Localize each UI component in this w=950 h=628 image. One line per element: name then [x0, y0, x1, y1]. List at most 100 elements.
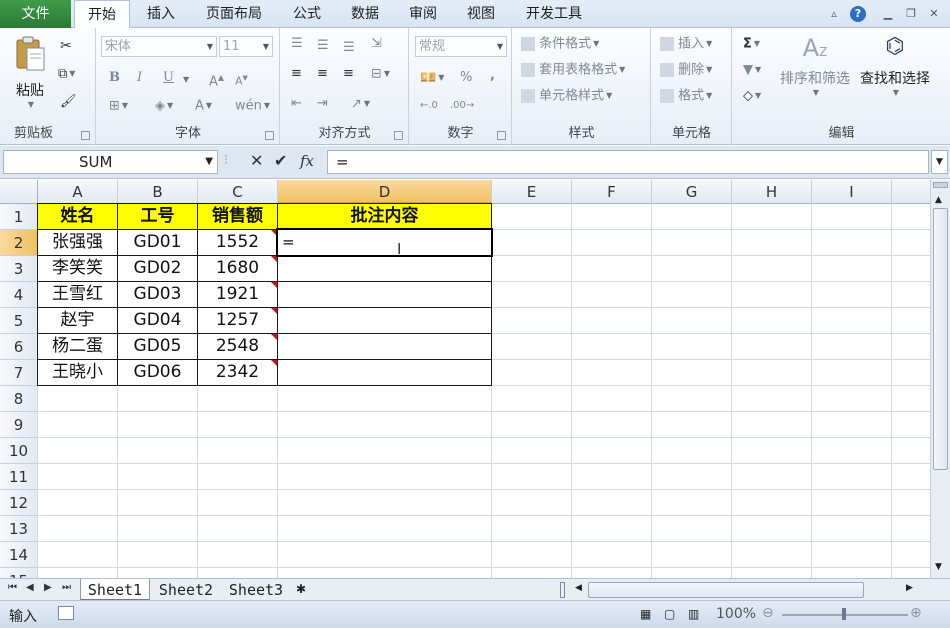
fill-button[interactable]: ▼ ▼: [743, 60, 761, 80]
row-header-10[interactable]: 10: [0, 438, 38, 464]
sort-filter-button[interactable]: AZ 排序和筛选 ▼: [775, 34, 855, 97]
select-all-corner[interactable]: [0, 180, 38, 204]
align-left-icon[interactable]: ≡: [291, 64, 302, 84]
zoom-level[interactable]: 100%: [716, 606, 756, 622]
column-header-h[interactable]: H: [732, 180, 812, 204]
cut-button[interactable]: ✂: [60, 36, 72, 56]
align-center-icon[interactable]: ≡: [317, 64, 328, 84]
zoom-in-icon[interactable]: ⊕: [910, 605, 922, 621]
column-header-c[interactable]: C: [198, 180, 278, 204]
vertical-scrollbar[interactable]: ▲ ▼: [930, 180, 950, 578]
name-box[interactable]: SUM ▼: [3, 150, 218, 174]
page-layout-view-icon[interactable]: ▢: [664, 607, 675, 621]
find-select-button[interactable]: ⌬ 查找和选择 ▼: [855, 34, 935, 97]
orientation-icon[interactable]: ↗ ▼: [351, 94, 370, 114]
cell-d7[interactable]: [278, 360, 491, 385]
cell-d6[interactable]: [278, 334, 491, 359]
autosum-button[interactable]: Σ ▼: [743, 34, 760, 54]
cell-a6[interactable]: 杨二蛋: [38, 334, 117, 359]
cell-b3[interactable]: GD02: [118, 256, 197, 281]
italic-button[interactable]: I: [137, 68, 142, 88]
comma-button[interactable]: ,: [490, 66, 495, 86]
header-cell-c1[interactable]: 销售额: [198, 204, 277, 229]
fill-color-icon[interactable]: ◈ ▼: [155, 96, 173, 116]
cell-styles-button[interactable]: 单元格样式 ▼: [521, 86, 612, 106]
enter-icon[interactable]: ✔: [274, 151, 287, 170]
vertical-scroll-thumb[interactable]: [933, 208, 948, 470]
window-close-icon[interactable]: ✕: [926, 6, 942, 22]
column-header-i[interactable]: I: [812, 180, 892, 204]
number-format-combo[interactable]: 常规 ▼: [415, 36, 507, 57]
cell-a7[interactable]: 王晓小: [38, 360, 117, 385]
font-color-icon[interactable]: A ▼: [195, 96, 212, 116]
scroll-down-icon[interactable]: ▼: [935, 562, 942, 572]
cell-a2[interactable]: 张强强: [38, 230, 117, 255]
format-as-table-button[interactable]: 套用表格格式 ▼: [521, 60, 625, 80]
column-header-d[interactable]: D: [278, 180, 492, 204]
font-launcher-icon[interactable]: [265, 131, 274, 140]
cell-b2[interactable]: GD01: [118, 230, 197, 255]
help-icon[interactable]: ?: [850, 6, 866, 22]
row-header-3[interactable]: 3: [0, 256, 38, 282]
row-header-15[interactable]: 15: [0, 568, 38, 578]
last-sheet-icon[interactable]: ⏭: [62, 582, 71, 593]
sheet-tab-sheet1[interactable]: Sheet1: [80, 579, 150, 601]
align-right-icon[interactable]: ≡: [343, 64, 354, 84]
insert-sheet-icon[interactable]: ✱: [296, 582, 306, 596]
align-top-icon[interactable]: ☰: [291, 34, 303, 54]
bold-button[interactable]: B: [109, 68, 120, 88]
alignment-launcher-icon[interactable]: [394, 131, 403, 140]
cell-d4[interactable]: [278, 282, 491, 307]
row-header-11[interactable]: 11: [0, 464, 38, 490]
font-size-combo[interactable]: 11 ▼: [219, 36, 273, 57]
sheet-tab-sheet3[interactable]: Sheet3: [222, 579, 290, 601]
decrease-font-icon[interactable]: A▼: [235, 68, 248, 88]
cell-b7[interactable]: GD06: [118, 360, 197, 385]
tab-insert[interactable]: 插入: [134, 0, 188, 28]
column-header-b[interactable]: B: [118, 180, 198, 204]
cell-c2[interactable]: 1552: [198, 230, 277, 255]
cell-c6[interactable]: 2548: [198, 334, 277, 359]
tab-developer[interactable]: 开发工具: [514, 0, 594, 28]
cell-a5[interactable]: 赵宇: [38, 308, 117, 333]
tab-formulas[interactable]: 公式: [282, 0, 332, 28]
page-break-view-icon[interactable]: ▥: [688, 607, 699, 621]
decrease-indent-icon[interactable]: ⇤: [291, 94, 302, 114]
decrease-decimal-icon[interactable]: .00→: [450, 96, 474, 116]
formula-input[interactable]: =: [327, 150, 929, 174]
minimize-ribbon-icon[interactable]: ▵: [826, 6, 842, 22]
prev-sheet-icon[interactable]: ◀: [26, 582, 34, 593]
sheet-tab-sheet2[interactable]: Sheet2: [152, 579, 220, 601]
insert-function-icon[interactable]: fx: [300, 152, 314, 170]
clipboard-launcher-icon[interactable]: [81, 131, 90, 140]
header-cell-d1[interactable]: 批注内容: [278, 204, 491, 229]
zoom-slider-thumb[interactable]: [842, 608, 846, 620]
row-header-7[interactable]: 7: [0, 360, 38, 386]
tab-file[interactable]: 文件: [0, 0, 71, 28]
tab-page-layout[interactable]: 页面布局: [194, 0, 274, 28]
tab-split-handle[interactable]: [560, 582, 565, 598]
underline-button[interactable]: U: [163, 68, 174, 88]
paste-button[interactable]: 粘贴 ▼: [8, 34, 52, 114]
cell-b6[interactable]: GD05: [118, 334, 197, 359]
header-cell-a1[interactable]: 姓名: [38, 204, 117, 229]
worksheet-grid[interactable]: ABCDEFGHI 123456789101112131415 姓名工号销售额批…: [0, 180, 930, 578]
insert-cells-button[interactable]: 插入 ▼: [660, 34, 712, 54]
row-header-14[interactable]: 14: [0, 542, 38, 568]
copy-button[interactable]: ⧉ ▼: [58, 64, 75, 84]
window-restore-icon[interactable]: ❐: [903, 6, 919, 22]
scroll-up-icon[interactable]: ▲: [935, 195, 942, 205]
zoom-out-icon[interactable]: ⊖: [762, 605, 774, 621]
cell-c5[interactable]: 1257: [198, 308, 277, 333]
row-header-2[interactable]: 2: [0, 230, 38, 256]
cell-c4[interactable]: 1921: [198, 282, 277, 307]
cell-d3[interactable]: [278, 256, 491, 281]
percent-button[interactable]: %: [460, 68, 472, 88]
scroll-left-icon[interactable]: ◀: [575, 583, 582, 593]
cell-a3[interactable]: 李笑笑: [38, 256, 117, 281]
align-bottom-icon[interactable]: ☰: [343, 38, 355, 58]
column-header-g[interactable]: G: [652, 180, 732, 204]
format-cells-button[interactable]: 格式 ▼: [660, 86, 712, 106]
column-header-f[interactable]: F: [572, 180, 652, 204]
cell-c3[interactable]: 1680: [198, 256, 277, 281]
